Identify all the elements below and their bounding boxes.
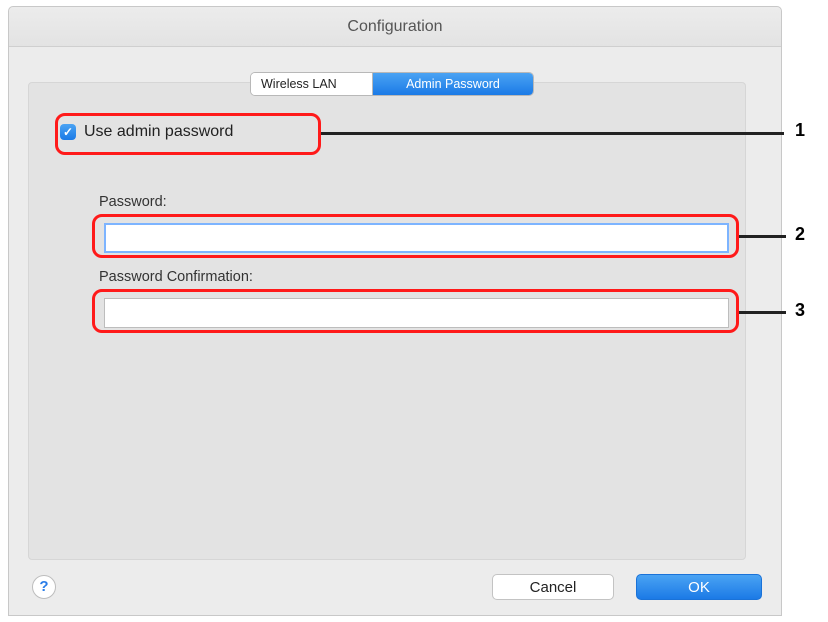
- tab-admin-password[interactable]: Admin Password: [373, 73, 533, 95]
- callout-box-1: [55, 113, 321, 155]
- ok-button[interactable]: OK: [636, 574, 762, 600]
- callout-leader-1: [321, 132, 784, 135]
- callout-number-1: 1: [795, 120, 806, 140]
- callout-box-3: [92, 289, 739, 333]
- tab-wireless-lan[interactable]: Wireless LAN: [251, 73, 373, 95]
- window-title: Configuration: [347, 18, 443, 35]
- callout-leader-3: [739, 311, 786, 314]
- callout-number-2: 2: [795, 224, 806, 244]
- password-label: Password:: [99, 194, 167, 210]
- callout-leader-2: [739, 235, 786, 238]
- callout-number-3: 3: [795, 300, 806, 320]
- callout-box-2: [92, 214, 739, 258]
- tab-bar: Wireless LAN Admin Password: [250, 72, 534, 96]
- cancel-button[interactable]: Cancel: [492, 574, 614, 600]
- title-bar: Configuration: [9, 7, 781, 47]
- help-button[interactable]: ?: [32, 575, 56, 599]
- password-confirmation-label: Password Confirmation:: [99, 269, 253, 285]
